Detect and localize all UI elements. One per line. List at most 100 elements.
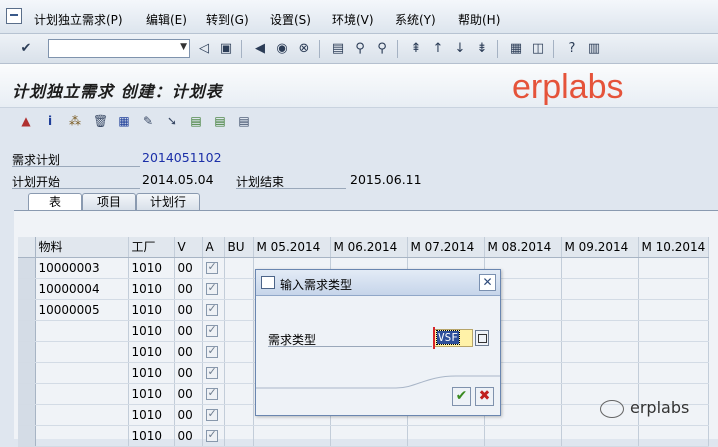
menu-item-edit[interactable]: 编辑(E) bbox=[146, 11, 187, 28]
cell-material[interactable] bbox=[35, 404, 129, 426]
cell-period-qty[interactable] bbox=[561, 278, 639, 300]
hierarchy-icon[interactable]: ⁂ bbox=[67, 112, 83, 128]
enter-icon[interactable]: ✔ bbox=[18, 41, 34, 57]
row-selector[interactable] bbox=[18, 320, 36, 342]
cell-material[interactable] bbox=[35, 425, 129, 447]
active-checkbox[interactable] bbox=[205, 386, 218, 400]
cell-plant[interactable]: 1010 bbox=[128, 257, 175, 279]
requirement-type-input[interactable]: VSF bbox=[434, 329, 473, 347]
copy-row-icon[interactable]: ▤ bbox=[212, 112, 228, 128]
cell-period-qty[interactable] bbox=[638, 299, 710, 321]
cell-plant[interactable]: 1010 bbox=[128, 278, 175, 300]
cell-unit[interactable] bbox=[224, 425, 254, 447]
close-icon[interactable]: ✕ bbox=[479, 274, 496, 291]
cell-period-qty[interactable] bbox=[561, 257, 639, 279]
info-icon[interactable]: i bbox=[42, 112, 58, 128]
cell-plant[interactable]: 1010 bbox=[128, 383, 175, 405]
cell-version[interactable]: 00 bbox=[174, 404, 203, 426]
cell-unit[interactable] bbox=[224, 278, 254, 300]
cell-unit[interactable] bbox=[224, 341, 254, 363]
cell-material[interactable] bbox=[35, 383, 129, 405]
cell-plant[interactable]: 1010 bbox=[128, 341, 175, 363]
active-checkbox[interactable] bbox=[205, 323, 218, 337]
cell-period-qty[interactable] bbox=[638, 341, 710, 363]
col-header-version[interactable]: V bbox=[174, 237, 203, 258]
menu-item-goto[interactable]: 转到(G) bbox=[206, 11, 249, 28]
chevron-down-icon[interactable]: ▼ bbox=[180, 42, 187, 52]
document-icon[interactable]: ▤ bbox=[236, 112, 252, 128]
next-page-icon[interactable]: ↓ bbox=[452, 41, 468, 57]
row-selector[interactable] bbox=[18, 299, 36, 321]
cell-period-qty[interactable] bbox=[638, 362, 710, 384]
print-icon[interactable]: ▤ bbox=[330, 41, 346, 57]
cell-period-qty[interactable] bbox=[638, 278, 710, 300]
cell-period-qty[interactable] bbox=[561, 299, 639, 321]
confirm-button[interactable]: ✔ bbox=[452, 387, 471, 406]
cell-material[interactable]: 10000005 bbox=[35, 299, 129, 321]
active-checkbox[interactable] bbox=[205, 344, 218, 358]
plan-value[interactable]: 2014051102 bbox=[142, 150, 222, 165]
active-checkbox[interactable] bbox=[205, 302, 218, 316]
menu-item-settings[interactable]: 设置(S) bbox=[270, 11, 311, 28]
command-field[interactable]: ▼ bbox=[48, 39, 190, 58]
active-checkbox[interactable] bbox=[205, 260, 218, 274]
cell-unit[interactable] bbox=[224, 362, 254, 384]
menu-item-plan[interactable]: 计划独立需求(P) bbox=[34, 11, 123, 28]
cell-version[interactable]: 00 bbox=[174, 362, 203, 384]
table-icon[interactable]: ▦ bbox=[116, 112, 132, 128]
cell-period-qty[interactable] bbox=[561, 362, 639, 384]
cell-period-qty[interactable] bbox=[561, 341, 639, 363]
cell-version[interactable]: 00 bbox=[174, 299, 203, 321]
last-page-icon[interactable]: ⇟ bbox=[474, 41, 490, 57]
cell-period-qty[interactable] bbox=[638, 320, 710, 342]
cell-plant[interactable]: 1010 bbox=[128, 320, 175, 342]
row-selector[interactable] bbox=[18, 278, 36, 300]
cell-material[interactable] bbox=[35, 341, 129, 363]
col-header-plant[interactable]: 工厂 bbox=[128, 237, 175, 258]
delete-icon[interactable]: 🗑 bbox=[92, 112, 108, 128]
save-icon[interactable]: ▣ bbox=[218, 41, 234, 57]
tab-items[interactable]: 项目 bbox=[82, 193, 136, 211]
edit-icon[interactable]: ✎ bbox=[140, 112, 156, 128]
find-next-icon[interactable]: ⚲ bbox=[374, 41, 390, 57]
cell-unit[interactable] bbox=[224, 257, 254, 279]
cell-plant[interactable]: 1010 bbox=[128, 425, 175, 447]
cell-period-qty[interactable] bbox=[407, 425, 485, 447]
cell-period-qty[interactable] bbox=[561, 425, 639, 447]
col-header-unit[interactable]: BU bbox=[224, 237, 254, 258]
cell-period-qty[interactable] bbox=[638, 257, 710, 279]
cell-unit[interactable] bbox=[224, 404, 254, 426]
cell-version[interactable]: 00 bbox=[174, 257, 203, 279]
cell-period-qty[interactable] bbox=[484, 425, 562, 447]
cell-version[interactable]: 00 bbox=[174, 383, 203, 405]
active-checkbox[interactable] bbox=[205, 281, 218, 295]
col-header-material[interactable]: 物料 bbox=[35, 237, 129, 258]
row-selector[interactable] bbox=[18, 257, 36, 279]
insert-row-icon[interactable]: ▤ bbox=[188, 112, 204, 128]
select-all-cell[interactable] bbox=[18, 237, 36, 258]
select-icon[interactable]: ➘ bbox=[164, 112, 180, 128]
cell-unit[interactable] bbox=[224, 299, 254, 321]
app-menu-icon[interactable] bbox=[6, 8, 22, 24]
active-checkbox[interactable] bbox=[205, 428, 218, 442]
col-header-m07[interactable]: M 07.2014 bbox=[407, 237, 485, 258]
cell-period-qty[interactable] bbox=[561, 320, 639, 342]
find-icon[interactable]: ⚲ bbox=[352, 41, 368, 57]
menu-item-system[interactable]: 系统(Y) bbox=[395, 11, 436, 28]
exit-icon[interactable]: ◉ bbox=[274, 41, 290, 57]
cell-version[interactable]: 00 bbox=[174, 425, 203, 447]
menu-item-environment[interactable]: 环境(V) bbox=[332, 11, 374, 28]
cell-plant[interactable]: 1010 bbox=[128, 404, 175, 426]
help-icon[interactable]: ? bbox=[564, 41, 580, 57]
col-header-m09[interactable]: M 09.2014 bbox=[561, 237, 639, 258]
col-header-m05[interactable]: M 05.2014 bbox=[253, 237, 331, 258]
row-selector[interactable] bbox=[18, 404, 36, 426]
cancel-icon[interactable]: ⊗ bbox=[296, 41, 312, 57]
end-value[interactable]: 2015.06.11 bbox=[350, 172, 422, 187]
cell-period-qty[interactable] bbox=[638, 425, 710, 447]
row-selector[interactable] bbox=[18, 341, 36, 363]
cell-plant[interactable]: 1010 bbox=[128, 362, 175, 384]
tab-schedule-lines[interactable]: 计划行 bbox=[136, 193, 200, 211]
menu-item-help[interactable]: 帮助(H) bbox=[458, 11, 500, 28]
prev-page-icon[interactable]: ↑ bbox=[430, 41, 446, 57]
